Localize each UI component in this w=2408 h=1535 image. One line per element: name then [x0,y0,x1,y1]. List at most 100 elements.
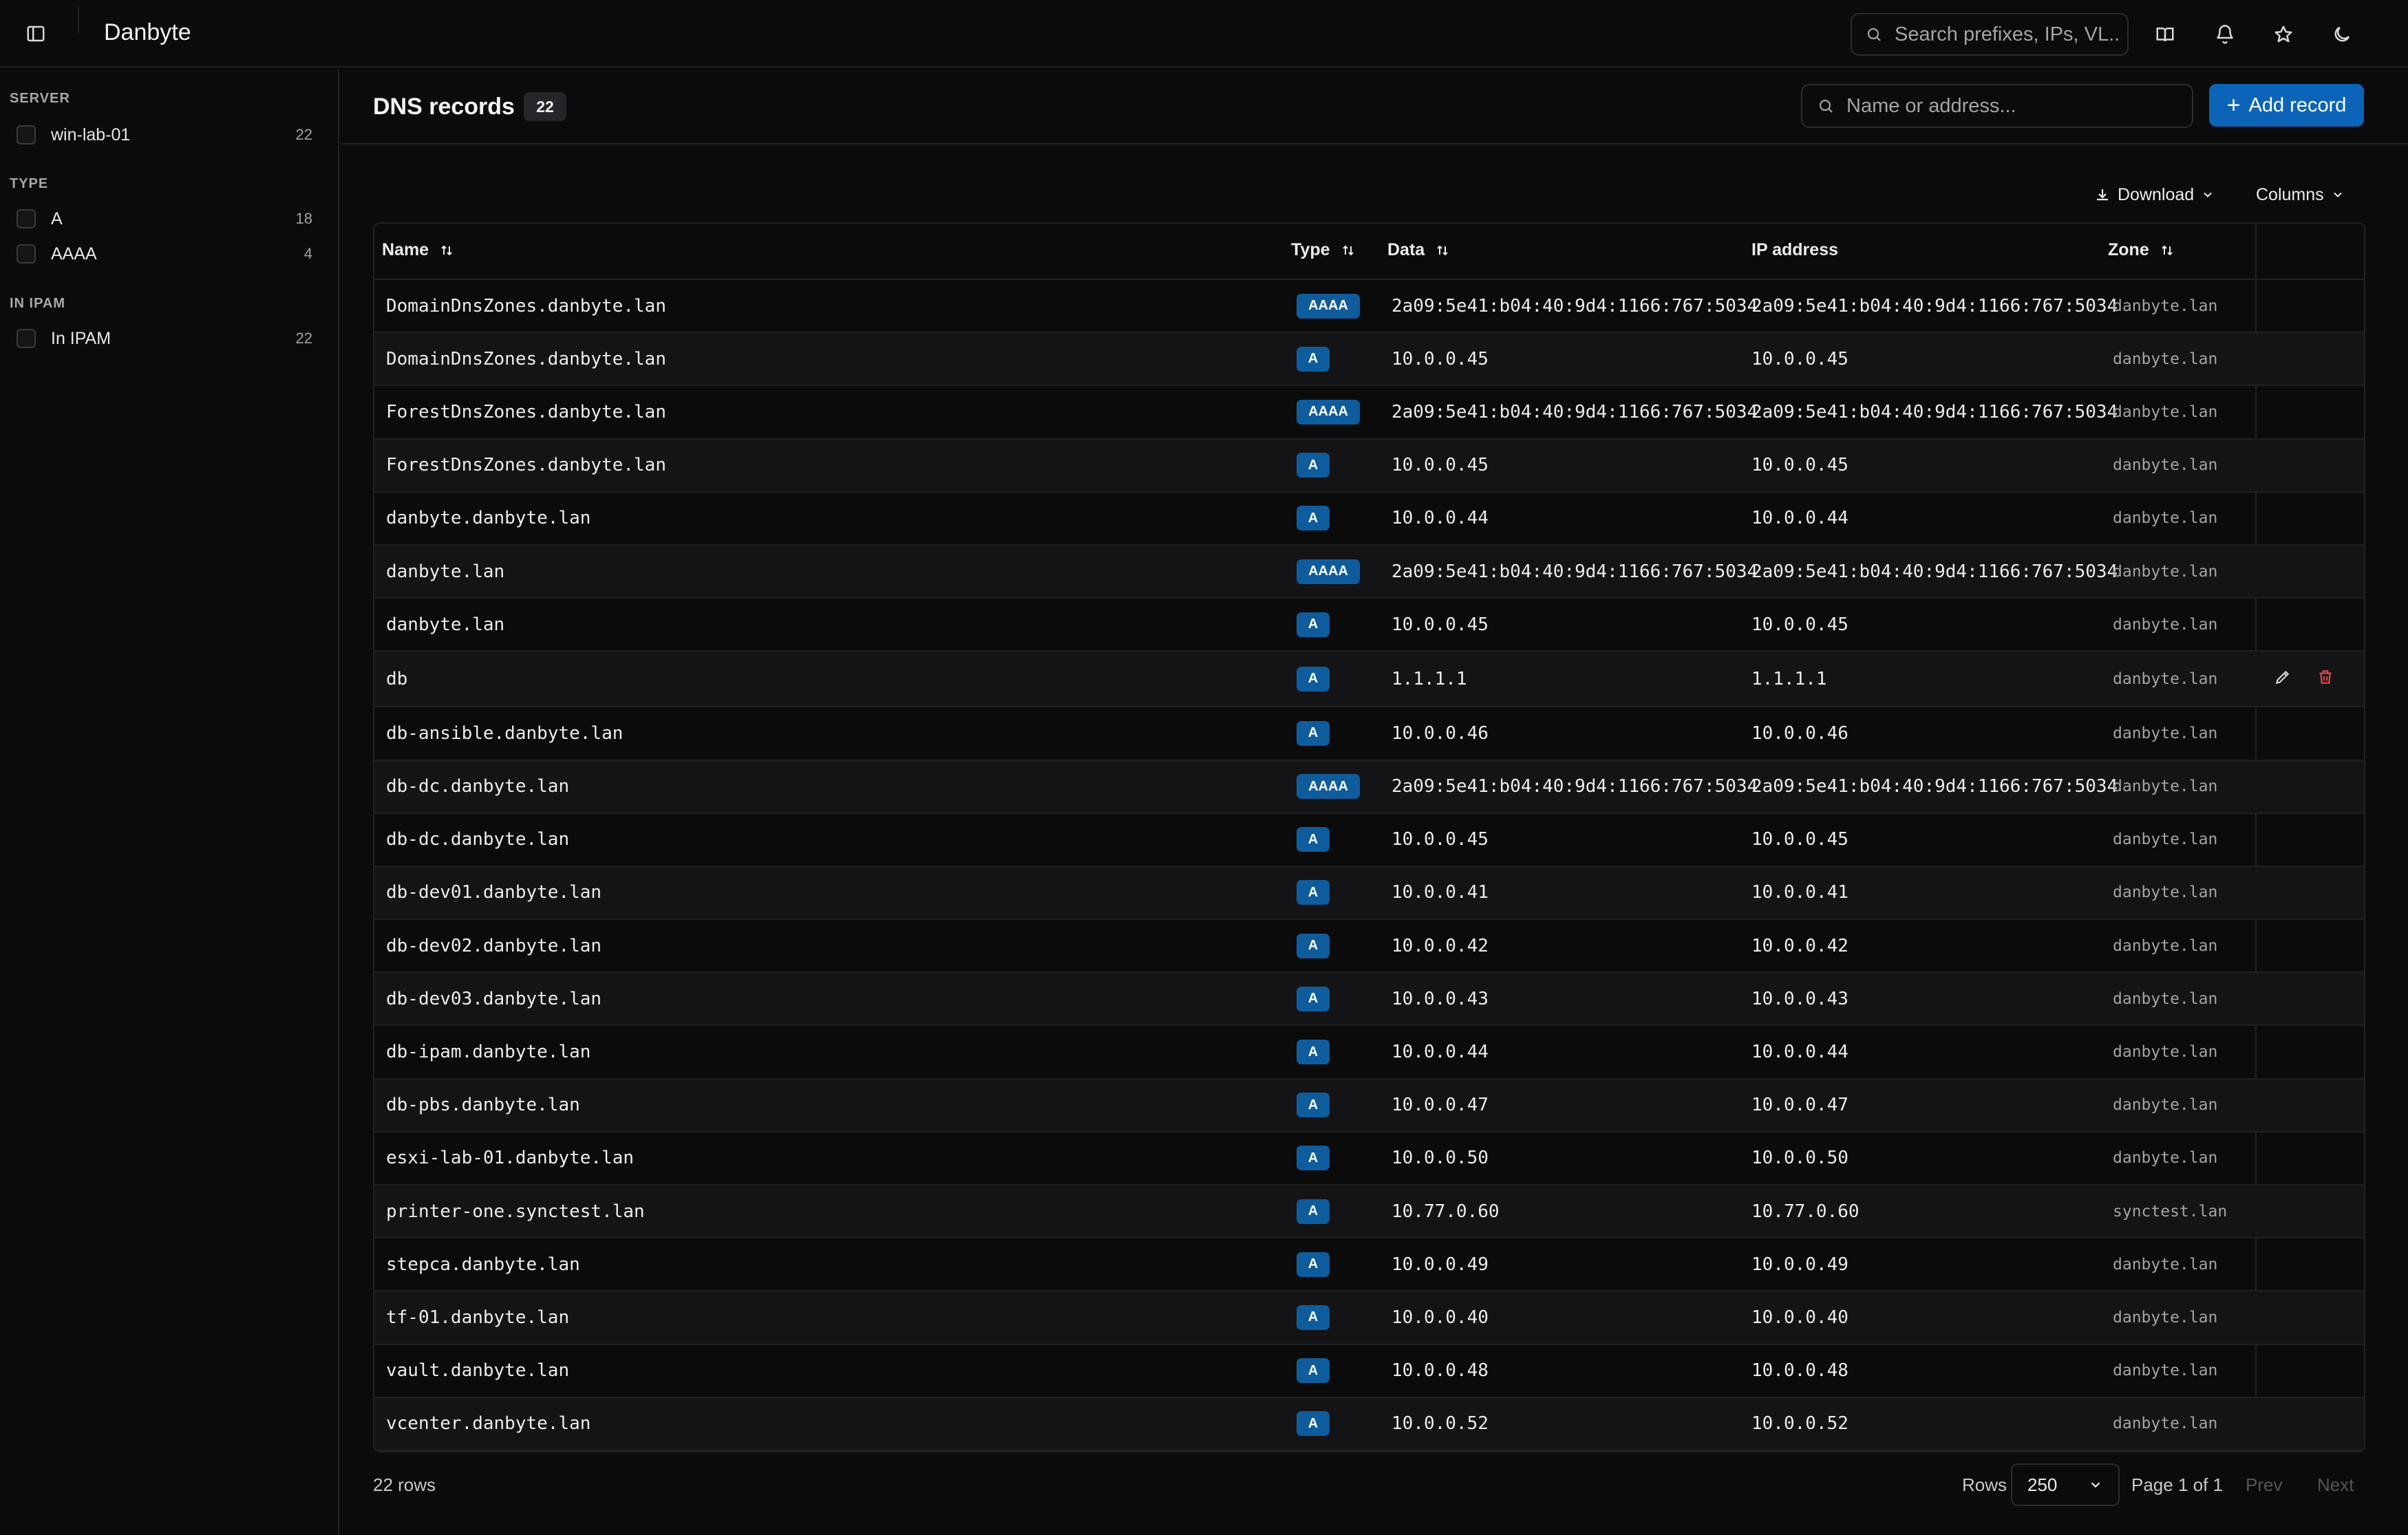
column-header-label: Name [382,240,429,259]
table-row[interactable]: esxi-lab-01.danbyte.lan A 10.0.0.50 10.0.0.… [374,1133,2364,1185]
table-row[interactable]: ForestDnsZones.danbyte.lan AAAA 2a09:5e41:… [374,386,2364,440]
record-search-input[interactable]: Name or address... [1801,84,2193,128]
record-name: ForestDnsZones.danbyte.lan [386,455,666,476]
table-row[interactable]: vault.danbyte.lan A 10.0.0.48 10.0.0.48 danb… [374,1345,2364,1398]
record-name: db-dev03.danbyte.lan [386,988,602,1009]
record-data: 10.0.0.46 [1392,722,1489,744]
search-icon [1867,28,1881,41]
record-data: 1.1.1.1 [1392,668,1467,689]
record-ip-address: 2a09:5e41:b04:40:9d4:1166:767:5034 [1751,401,2118,422]
record-name: danbyte.lan [386,614,505,635]
edit-icon[interactable] [2274,668,2292,689]
record-name: db-ipam.danbyte.lan [386,1042,591,1063]
book-icon[interactable] [2149,18,2182,51]
record-name: vcenter.danbyte.lan [386,1413,591,1435]
star-icon[interactable] [2267,18,2300,51]
type-badge: A [1297,506,1330,531]
download-button[interactable]: Download [2087,181,2221,208]
row-actions [2274,652,2334,706]
moon-icon[interactable] [2325,18,2358,51]
record-type: A [1297,1080,1330,1131]
add-record-label: Add record [2248,94,2347,116]
bell-icon[interactable] [2208,18,2241,51]
table-row[interactable]: db-ansible.danbyte.lan A 10.0.0.46 10.0.0.4… [374,707,2364,761]
delete-icon[interactable] [2316,668,2334,689]
table-row[interactable]: db-ipam.danbyte.lan A 10.0.0.44 10.0.0.44 da… [374,1026,2364,1080]
table-row[interactable]: danbyte.danbyte.lan A 10.0.0.44 10.0.0.44 da… [374,493,2364,546]
table-row[interactable]: ForestDnsZones.danbyte.lan A 10.0.0.45 10.0… [374,439,2364,493]
table-row[interactable]: db A 1.1.1.1 1.1.1.1 danbyte.lan [374,652,2364,708]
record-ip-address: 2a09:5e41:b04:40:9d4:1166:767:5034 [1751,776,2118,797]
type-badge: A [1297,666,1330,691]
facet-title-type: TYPE [10,176,49,191]
type-badge: A [1297,346,1330,372]
facet-item-count: 18 [295,210,312,227]
column-header-ip-address[interactable]: IP address [1751,240,1838,260]
table-row[interactable]: stepca.danbyte.lan A 10.0.0.49 10.0.0.49 dan… [374,1238,2364,1292]
record-zone: danbyte.lan [2113,509,2218,528]
table-row[interactable]: db-dc.danbyte.lan AAAA 2a09:5e41:b04:40:9d… [374,760,2364,814]
table-row[interactable]: db-dev01.danbyte.lan A 10.0.0.41 10.0.0.41 d… [374,866,2364,921]
checkbox[interactable] [17,244,36,264]
column-header-type[interactable]: Type [1291,240,1356,260]
record-count-badge: 22 [524,92,566,121]
rows-label: Rows [1962,1474,2007,1495]
record-type: A [1297,1185,1330,1237]
record-type: A [1297,1133,1330,1184]
top-bar: Danbyte Search prefixes, IPs, VL... [0,0,2408,67]
record-type: AAAA [1297,386,1360,438]
facet-item-count: 22 [295,126,312,143]
checkbox[interactable] [17,329,36,348]
record-zone: danbyte.lan [2113,1096,2218,1115]
table-row[interactable]: danbyte.lan A 10.0.0.45 10.0.0.45 danbyte.la… [374,599,2364,652]
record-name: danbyte.danbyte.lan [386,508,591,529]
column-header-name[interactable]: Name [382,240,455,260]
type-badge: A [1297,453,1330,478]
record-ip-address: 10.0.0.44 [1751,1042,1848,1063]
record-name: db-dc.danbyte.lan [386,829,570,850]
record-ip-address: 10.0.0.50 [1751,1148,1848,1169]
facet-item-in-ipam[interactable]: In IPAM 22 [17,325,312,352]
rows-per-page-select[interactable]: 250 [2011,1463,2120,1506]
sort-icon [2162,245,2173,255]
prev-page-button[interactable]: Prev [2246,1463,2282,1506]
table-row[interactable]: printer-one.synctest.lan A 10.77.0.60 10.77… [374,1185,2364,1239]
add-record-button[interactable]: + Add record [2209,84,2364,127]
record-zone: synctest.lan [2113,1202,2228,1221]
global-search-input[interactable]: Search prefixes, IPs, VL... [1851,13,2129,56]
sort-icon [1342,245,1354,255]
checkbox[interactable] [17,125,36,144]
table-row[interactable]: db-dc.danbyte.lan A 10.0.0.45 10.0.0.45 danb… [374,814,2364,867]
record-ip-address: 10.77.0.60 [1751,1201,1860,1222]
record-name: esxi-lab-01.danbyte.lan [386,1148,635,1169]
rows-per-page-value: 250 [2027,1474,2058,1495]
record-type: A [1297,599,1330,650]
table-row[interactable]: DomainDnsZones.danbyte.lan A 10.0.0.45 10.0… [374,333,2364,387]
table-row[interactable]: db-dev03.danbyte.lan A 10.0.0.43 10.0.0.43 d… [374,973,2364,1027]
column-header-zone[interactable]: Zone [2108,240,2175,260]
checkbox[interactable] [17,209,36,228]
table-row[interactable]: danbyte.lan AAAA 2a09:5e41:b04:40:9d4:1166… [374,545,2364,599]
columns-button[interactable]: Columns [2256,181,2352,208]
type-badge: A [1297,1199,1330,1224]
table-row[interactable]: DomainDnsZones.danbyte.lan AAAA 2a09:5e41:… [374,280,2364,334]
record-data: 10.0.0.49 [1392,1254,1489,1275]
page-header: DNS records 22 Name or address... + Add … [341,69,2408,144]
chevron-down-icon [2204,192,2212,197]
facet-item-server[interactable]: win-lab-01 22 [17,121,312,149]
page-indicator: Page 1 of 1 [2131,1474,2223,1495]
next-page-button[interactable]: Next [2317,1463,2354,1506]
filter-sidebar: SERVER win-lab-01 22 TYPE A 18 AAAA 4 IN… [0,69,339,1535]
column-header-data[interactable]: Data [1387,240,1451,260]
table-row[interactable]: db-dev02.danbyte.lan A 10.0.0.42 10.0.0.42 d… [374,920,2364,974]
facet-item-type-a[interactable]: A 18 [17,205,312,233]
record-name: tf-01.danbyte.lan [386,1307,570,1328]
table-row[interactable]: tf-01.danbyte.lan A 10.0.0.40 10.0.0.40 danb… [374,1291,2364,1345]
table-row[interactable]: db-pbs.danbyte.lan A 10.0.0.47 10.0.0.47 dan… [374,1079,2364,1133]
record-data: 10.0.0.44 [1392,508,1489,529]
facet-item-label: A [51,208,63,228]
record-zone: danbyte.lan [2113,1362,2218,1380]
facet-item-type-aaaa[interactable]: AAAA 4 [17,240,312,268]
sidebar-toggle-icon[interactable] [21,19,51,49]
table-row[interactable]: vcenter.danbyte.lan A 10.0.0.52 10.0.0.52 da… [374,1397,2364,1451]
